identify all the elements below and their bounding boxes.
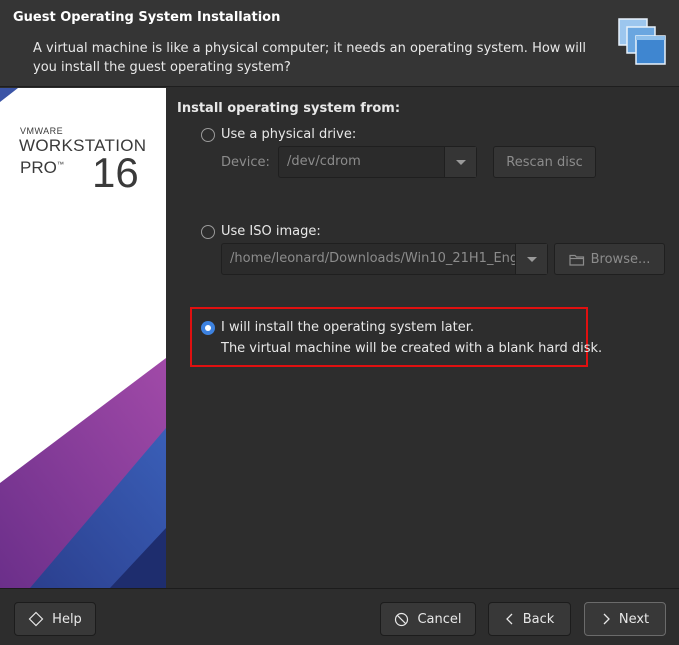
rescan-disc-button[interactable]: Rescan disc <box>493 146 596 178</box>
device-value: /dev/cdrom <box>287 154 361 169</box>
folder-icon <box>569 254 584 266</box>
cancel-icon <box>395 612 409 626</box>
device-select[interactable]: /dev/cdrom <box>278 146 477 178</box>
chevron-down-icon[interactable] <box>444 147 476 177</box>
product-banner: VMWARE WORKSTATION PRO™ 16 <box>0 88 166 588</box>
install-later-highlight <box>190 307 588 367</box>
iso-path-select[interactable]: /home/leonard/Downloads/Win10_21H1_Engli… <box>221 243 548 275</box>
rescan-disc-label: Rescan disc <box>506 154 583 170</box>
next-button[interactable]: Next <box>584 602 666 636</box>
help-icon <box>28 611 44 627</box>
section-title: Install operating system from: <box>177 101 401 116</box>
physical-drive-label: Use a physical drive: <box>221 127 357 142</box>
iso-path-value: /home/leonard/Downloads/Win10_21H1_Engli… <box>230 251 515 266</box>
install-later-option[interactable]: I will install the operating system late… <box>201 320 474 335</box>
dialog-description: A virtual machine is like a physical com… <box>33 41 587 75</box>
install-later-sublabel: The virtual machine will be created with… <box>221 341 603 356</box>
iso-image-label: Use ISO image: <box>221 224 321 239</box>
physical-drive-radio[interactable] <box>201 127 215 142</box>
brand-edition: PRO™ <box>20 158 64 177</box>
chevron-down-icon[interactable] <box>515 244 547 274</box>
help-label: Help <box>52 611 82 627</box>
dialog-title: Guest Operating System Installation <box>13 10 281 25</box>
browse-label: Browse... <box>590 251 651 267</box>
dialog-header: Guest Operating System Installation A vi… <box>0 0 679 87</box>
help-button[interactable]: Help <box>14 602 96 636</box>
install-later-label: I will install the operating system late… <box>221 320 475 335</box>
back-label: Back <box>522 611 555 627</box>
next-label: Next <box>618 611 650 627</box>
cancel-button[interactable]: Cancel <box>380 602 476 636</box>
iso-image-radio[interactable] <box>201 224 215 239</box>
chevron-left-icon <box>505 613 513 625</box>
brand-version: 16 <box>92 149 139 196</box>
chevron-right-icon <box>603 613 610 625</box>
dialog-footer: Help Cancel Back Next <box>0 588 679 645</box>
iso-image-option[interactable]: Use ISO image: <box>201 224 321 239</box>
back-button[interactable]: Back <box>488 602 571 636</box>
browse-button[interactable]: Browse... <box>554 243 665 275</box>
physical-drive-option[interactable]: Use a physical drive: <box>201 127 356 142</box>
brand-vendor: VMWARE <box>20 126 64 136</box>
install-options-panel: Install operating system from: Use a phy… <box>166 88 679 588</box>
windows-stack-icon <box>617 18 667 68</box>
install-later-radio[interactable] <box>201 320 215 335</box>
device-label: Device: <box>221 155 270 170</box>
cancel-label: Cancel <box>417 611 462 627</box>
